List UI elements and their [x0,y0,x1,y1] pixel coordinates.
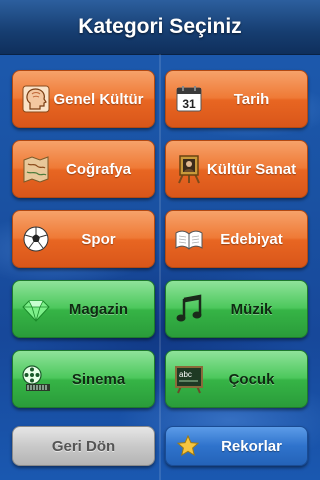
category-button-tarih[interactable]: 31 Tarih [165,70,308,128]
svg-text:abc: abc [179,370,192,379]
head-profile-icon [21,84,51,114]
category-label: Edebiyat [220,230,283,248]
category-button-spor[interactable]: Spor [12,210,155,268]
category-button-magazin[interactable]: Magazin [12,280,155,338]
music-note-icon [174,294,204,324]
soccer-ball-icon [21,224,51,254]
column-divider [159,54,161,480]
category-label: Kültür Sanat [206,160,297,178]
category-label: Çocuk [228,370,275,388]
category-button-sinema[interactable]: Sinema [12,350,155,408]
category-label: Tarih [233,90,270,108]
category-button-edebiyat[interactable]: Edebiyat [165,210,308,268]
back-button-label: Geri Dön [51,437,116,455]
star-icon [176,434,200,458]
chalkboard-icon: abc [174,364,204,394]
category-button-cocuk[interactable]: abc Çocuk [165,350,308,408]
category-label: Coğrafya [65,160,132,178]
category-button-kultur-sanat[interactable]: Kültür Sanat [165,140,308,198]
back-button[interactable]: Geri Dön [12,426,155,466]
page-title: Kategori Seçiniz [78,15,242,38]
map-icon [21,154,51,184]
diamond-icon [21,294,51,324]
records-button[interactable]: Rekorlar [165,426,308,466]
open-book-icon [174,224,204,254]
category-label: Spor [81,230,116,248]
category-label: Sinema [71,370,126,388]
category-button-muzik[interactable]: Müzik [165,280,308,338]
category-label: Magazin [68,300,129,318]
film-reel-icon [21,364,51,394]
category-button-genel-kultur[interactable]: Genel Kültür [12,70,155,128]
category-label: Genel Kültür [53,90,144,108]
category-label: Müzik [230,300,273,318]
easel-painting-icon [174,154,204,184]
title-bar: Kategori Seçiniz [0,0,320,55]
category-button-cografya[interactable]: Coğrafya [12,140,155,198]
records-button-label: Rekorlar [221,437,282,455]
calendar-icon: 31 [174,84,204,114]
svg-text:31: 31 [182,97,196,111]
